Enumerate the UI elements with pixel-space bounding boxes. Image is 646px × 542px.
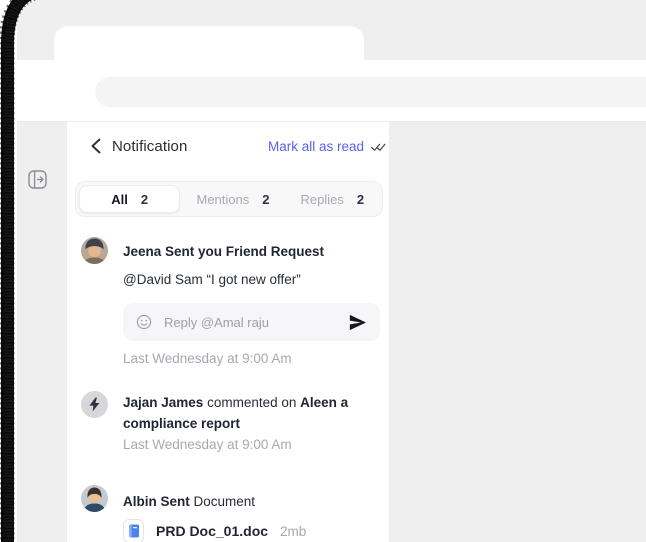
- tab-mentions-label: Mentions: [197, 192, 250, 207]
- browser-toolbar: [17, 60, 646, 122]
- tab-mentions[interactable]: Mentions 2: [183, 182, 282, 216]
- lightning-avatar: [81, 391, 108, 418]
- send-icon[interactable]: [348, 312, 368, 332]
- notification-panel: Notification Mark all as read All 2 Ment…: [66, 122, 389, 542]
- tab-replies-count: 2: [357, 192, 364, 207]
- mark-all-as-read-button[interactable]: Mark all as read: [268, 138, 386, 156]
- panel-toggle-icon[interactable]: [28, 170, 47, 189]
- actor-name: Albin Sent: [123, 494, 190, 509]
- tab-all[interactable]: All 2: [79, 185, 180, 213]
- content-area: [389, 122, 646, 542]
- reply-input[interactable]: [162, 314, 339, 331]
- file-name: PRD Doc_01.doc: [156, 523, 268, 539]
- back-icon[interactable]: [88, 137, 106, 155]
- tab-all-count: 2: [141, 192, 148, 207]
- tab-all-label: All: [111, 192, 128, 207]
- tab-bar: All 2 Mentions 2 Replies 2: [75, 181, 383, 217]
- tab-replies[interactable]: Replies 2: [283, 182, 382, 216]
- file-size: 2mb: [280, 524, 306, 539]
- left-sidebar: [17, 122, 66, 542]
- double-check-icon: [370, 142, 386, 153]
- notification-text: Albin Sent Document: [123, 491, 255, 512]
- doc-file-icon: [123, 519, 144, 542]
- emoji-icon[interactable]: [135, 313, 153, 331]
- notification-title: Jeena Sent you Friend Request: [123, 244, 324, 259]
- timestamp: Last Wednesday at 9:00 Am: [123, 437, 292, 452]
- page-title: Notification: [112, 136, 187, 158]
- actor-name: Jajan James: [123, 395, 203, 410]
- notification-text: Jajan James commented on Aleen a complia…: [123, 392, 365, 434]
- tab-replies-label: Replies: [301, 192, 344, 207]
- reply-box: [123, 303, 380, 341]
- avatar: [81, 485, 108, 512]
- address-bar[interactable]: [95, 77, 646, 107]
- timestamp: Last Wednesday at 9:00 Am: [123, 351, 292, 366]
- file-attachment[interactable]: PRD Doc_01.doc 2mb: [123, 519, 306, 542]
- mark-all-label: Mark all as read: [268, 138, 364, 156]
- tab-mentions-count: 2: [262, 192, 269, 207]
- avatar: [81, 237, 108, 264]
- notification-body: @David Sam “I got new offer”: [123, 272, 301, 287]
- browser-tab[interactable]: [54, 26, 364, 62]
